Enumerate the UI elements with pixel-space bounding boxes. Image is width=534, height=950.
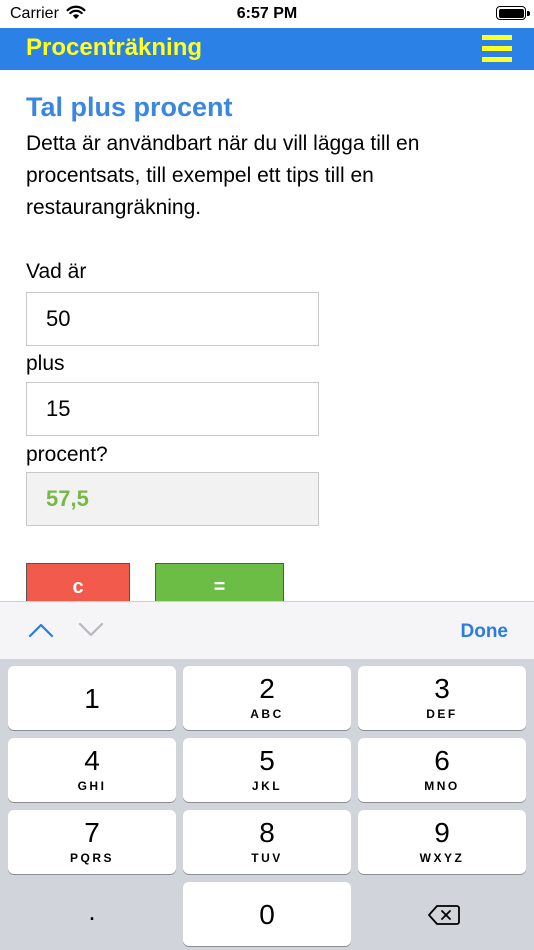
status-bar: Carrier 6:57 PM: [0, 0, 534, 28]
numeric-keypad: 1 2 ABC 3 DEF 4 GHI 5 JKL 6 MNO 7 PQRS 8…: [0, 659, 534, 950]
app-title: Procenträkning: [26, 34, 203, 61]
key-decimal[interactable]: .: [8, 882, 176, 946]
chevron-down-icon[interactable]: [78, 622, 104, 638]
key-3[interactable]: 3 DEF: [358, 666, 526, 730]
key-8[interactable]: 8 TUV: [183, 810, 351, 874]
key-6[interactable]: 6 MNO: [358, 738, 526, 802]
key-5[interactable]: 5 JKL: [183, 738, 351, 802]
hamburger-menu-icon[interactable]: [482, 35, 512, 63]
key-4[interactable]: 4 GHI: [8, 738, 176, 802]
key-1[interactable]: 1: [8, 666, 176, 730]
key-7[interactable]: 7 PQRS: [8, 810, 176, 874]
battery-icon: [496, 6, 530, 20]
key-0[interactable]: 0: [183, 882, 351, 946]
done-button[interactable]: Done: [461, 621, 509, 643]
navbar: Procenträkning: [0, 28, 534, 70]
percent-input[interactable]: 15: [26, 382, 319, 436]
key-2[interactable]: 2 ABC: [183, 666, 351, 730]
keyboard-accessory-bar: Done: [0, 601, 534, 659]
status-time: 6:57 PM: [236, 5, 298, 22]
label-what-is: Vad är: [26, 260, 87, 283]
equals-button[interactable]: =: [155, 563, 284, 603]
key-9[interactable]: 9 WXYZ: [358, 810, 526, 874]
backspace-icon: [428, 905, 460, 925]
base-number-input[interactable]: 50: [26, 292, 319, 346]
page-description: Detta är användbart när du vill lägga ti…: [26, 132, 420, 219]
chevron-up-icon[interactable]: [28, 622, 54, 638]
label-plus: plus: [26, 352, 65, 375]
page-heading: Tal plus procent: [26, 92, 233, 122]
label-percent: procent?: [26, 443, 108, 466]
key-delete[interactable]: [358, 882, 526, 946]
result-field: 57,5: [26, 472, 319, 526]
clear-button[interactable]: c: [26, 563, 130, 603]
